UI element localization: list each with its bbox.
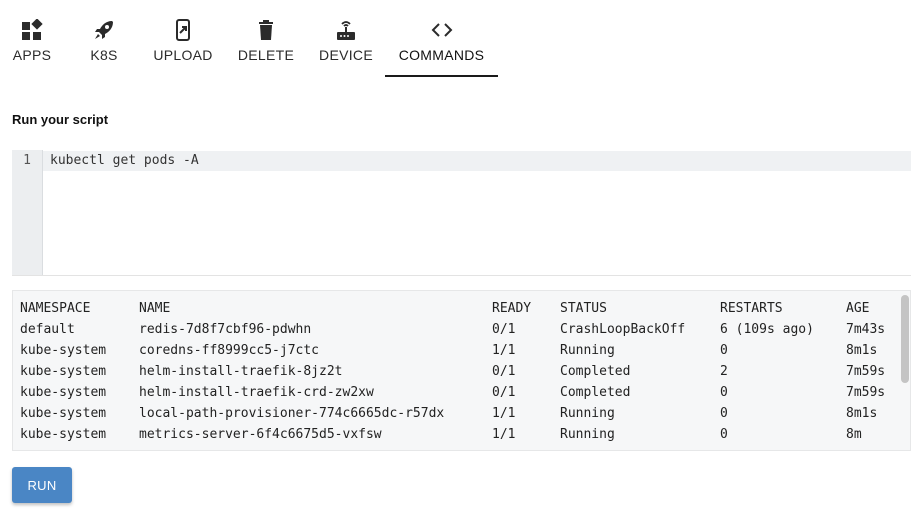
column-header: RESTARTS: [720, 301, 783, 316]
table-row: default redis-7d8f7cbf96-pdwhn 0/1 CrashLoo…: [20, 322, 906, 343]
tab-label: DEVICE: [319, 47, 373, 63]
table-cell: default: [20, 322, 75, 337]
table-cell: 7m59s: [846, 364, 886, 379]
editor-gutter: 1: [12, 150, 43, 275]
table-cell: 0: [720, 427, 728, 442]
table-cell: 1/1: [492, 427, 516, 442]
table-cell: CrashLoopBackOff: [560, 322, 686, 337]
table-cell: kube-system: [20, 406, 107, 421]
table-cell: kube-system: [20, 364, 107, 379]
line-number: 1: [23, 153, 31, 168]
table-cell: 8m: [846, 427, 862, 442]
table-cell: metrics-server-6f4c6675d5-vxfsw: [139, 427, 382, 442]
output-table: NAMESPACE NAME READY STATUS RESTARTS AGE defau…: [20, 301, 906, 448]
table-cell: kube-system: [20, 427, 107, 442]
code-line[interactable]: kubectl get pods -A: [50, 151, 199, 170]
tab-label: UPLOAD: [153, 47, 213, 63]
table-cell: 1/1: [492, 343, 516, 358]
tab-delete[interactable]: DELETE: [234, 0, 298, 76]
table-cell: 0: [720, 343, 728, 358]
table-cell: Completed: [560, 364, 631, 379]
tab-commands[interactable]: COMMANDS: [385, 0, 498, 76]
table-cell: 7m59s: [846, 385, 886, 400]
table-row: kube-system coredns-ff8999cc5-j7ctc 1/1 Run…: [20, 343, 906, 364]
column-header: READY: [492, 301, 532, 316]
command-output[interactable]: NAMESPACE NAME READY STATUS RESTARTS AGE defau…: [12, 290, 911, 451]
section-title: Run your script: [12, 112, 109, 127]
table-cell: 0/1: [492, 322, 516, 337]
tab-apps[interactable]: APPS: [0, 0, 64, 76]
table-cell: local-path-provisioner-774c6665dc-r57dx: [139, 406, 445, 421]
table-row: kube-system metrics-server-6f4c6675d5-vxf…: [20, 427, 906, 448]
table-cell: 0/1: [492, 364, 516, 379]
table-cell: helm-install-traefik-8jz2t: [139, 364, 343, 379]
column-header: AGE: [846, 301, 870, 316]
table-cell: kube-system: [20, 385, 107, 400]
router-icon: [335, 19, 357, 41]
rocket-icon: [93, 19, 115, 41]
table-cell: 2: [720, 364, 728, 379]
table-row: kube-system helm-install-traefik-8jz2t 0/1…: [20, 364, 906, 385]
table-cell: 7m43s: [846, 322, 886, 337]
tab-upload[interactable]: UPLOAD: [150, 0, 216, 76]
run-button[interactable]: RUN: [12, 467, 72, 503]
table-header-row: NAMESPACE NAME READY STATUS RESTARTS AGE: [20, 301, 906, 322]
table-cell: 0/1: [492, 385, 516, 400]
widgets-icon: [21, 19, 43, 41]
column-header: STATUS: [560, 301, 607, 316]
code-icon: [431, 19, 453, 41]
table-cell: Completed: [560, 385, 631, 400]
tab-bar: APPS K8S UPLOAD DELETE DEVICE COMMANDS: [0, 0, 924, 78]
column-header: NAME: [139, 301, 171, 316]
table-cell: 6 (109s ago): [720, 322, 814, 337]
table-cell: 8m1s: [846, 343, 878, 358]
table-cell: kube-system: [20, 343, 107, 358]
phone-upload-icon: [172, 19, 194, 41]
table-cell: 0: [720, 406, 728, 421]
table-cell: coredns-ff8999cc5-j7ctc: [139, 343, 320, 358]
trash-icon: [255, 19, 277, 41]
table-cell: Running: [560, 406, 615, 421]
scrollbar[interactable]: [901, 295, 909, 383]
table-cell: redis-7d8f7cbf96-pdwhn: [139, 322, 312, 337]
tab-label: APPS: [12, 47, 52, 63]
tab-label: DELETE: [237, 47, 295, 63]
script-editor[interactable]: 1 kubectl get pods -A: [12, 150, 911, 276]
tab-k8s[interactable]: K8S: [72, 0, 136, 76]
table-cell: 8m1s: [846, 406, 878, 421]
table-row: kube-system local-path-provisioner-774c66…: [20, 406, 906, 427]
table-cell: helm-install-traefik-crd-zw2xw: [139, 385, 374, 400]
tab-label: K8S: [90, 47, 118, 63]
table-cell: 0: [720, 385, 728, 400]
table-cell: 1/1: [492, 406, 516, 421]
active-tab-indicator: [385, 75, 498, 77]
table-cell: Running: [560, 427, 615, 442]
tab-label: COMMANDS: [398, 47, 485, 63]
tab-device[interactable]: DEVICE: [314, 0, 378, 76]
table-cell: Running: [560, 343, 615, 358]
column-header: NAMESPACE: [20, 301, 91, 316]
table-row: kube-system helm-install-traefik-crd-zw2x…: [20, 385, 906, 406]
